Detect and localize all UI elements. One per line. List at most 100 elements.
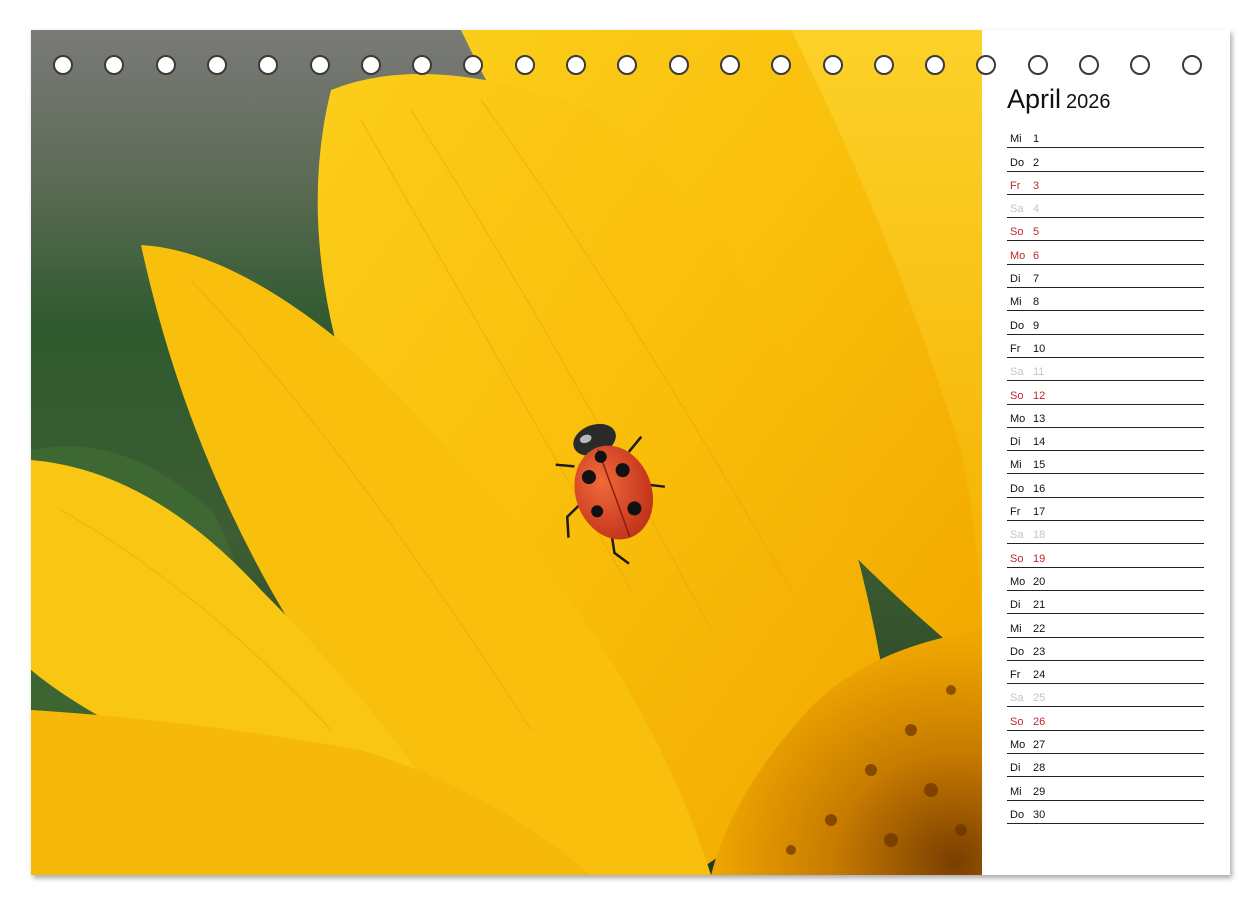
day-number: 1 [1033,133,1039,145]
binding-hole [361,55,381,75]
ladybug-sunflower-photo [31,30,982,875]
day-row: Fr 3 [1007,172,1204,195]
weekday-label: Di [1010,436,1020,448]
weekday-label: Di [1010,762,1020,774]
day-row: Mo 6 [1007,241,1204,264]
weekday-label: Do [1010,483,1024,495]
binding-hole [874,55,894,75]
day-row: Sa25 [1007,684,1204,707]
weekday-label: Do [1010,320,1024,332]
weekday-label: Sa [1010,203,1023,215]
day-row: So 26 [1007,707,1204,730]
weekday-label: Fr [1010,506,1020,518]
weekday-label: Fr [1010,343,1020,355]
weekday-label: Do [1010,157,1024,169]
binding-hole [669,55,689,75]
day-row: Mi8 [1007,288,1204,311]
weekday-label: Do [1010,809,1024,821]
day-number: 24 [1033,669,1045,681]
weekday-label: Fr [1010,669,1020,681]
day-row: Mi 29 [1007,777,1204,800]
weekday-label: Di [1010,599,1020,611]
binding-hole [207,55,227,75]
binding-hole [515,55,535,75]
day-row: Sa 18 [1007,521,1204,544]
day-row: Mo13 [1007,405,1204,428]
day-number: 2 [1033,157,1039,169]
day-number: 15 [1033,459,1045,471]
day-number: 29 [1033,786,1045,798]
day-row: So19 [1007,544,1204,567]
weekday-label: Mi [1010,459,1022,471]
month-name: April [1007,84,1061,114]
day-number: 5 [1033,226,1039,238]
day-row: Di 21 [1007,591,1204,614]
binding-hole [1079,55,1099,75]
day-row: Do 23 [1007,638,1204,661]
day-row: Di 7 [1007,265,1204,288]
weekday-label: Mo [1010,576,1025,588]
binding-hole [156,55,176,75]
day-row: Sa11 [1007,358,1204,381]
day-row: Mo 27 [1007,731,1204,754]
day-number: 22 [1033,623,1045,635]
day-number: 10 [1033,343,1045,355]
day-number: 17 [1033,506,1045,518]
day-number: 23 [1033,646,1045,658]
binding-holes [31,30,1230,31]
weekday-label: Do [1010,646,1024,658]
binding-hole [925,55,945,75]
binding-hole [720,55,740,75]
binding-hole [1182,55,1202,75]
day-number: 27 [1033,739,1045,751]
year: 2026 [1066,91,1111,113]
weekday-label: Mi [1010,296,1022,308]
weekday-label: So [1010,716,1023,728]
day-number: 12 [1033,390,1045,402]
day-number: 30 [1033,809,1045,821]
day-number: 6 [1033,250,1039,262]
day-number: 21 [1033,599,1045,611]
day-row: Mi 22 [1007,614,1204,637]
weekday-label: Sa [1010,692,1023,704]
day-row: Do 9 [1007,311,1204,334]
weekday-label: Sa [1010,529,1023,541]
day-list: Mi 1 Do 2 Fr 3 Sa 4 So 5 Mo 6 Di 7 Mi8 Do 9 Fr 10 Sa11 So 12 M… [1007,125,1204,824]
day-number: 20 [1033,576,1045,588]
weekday-label: Mo [1010,739,1025,751]
weekday-label: Fr [1010,180,1020,192]
weekday-label: Mi [1010,786,1022,798]
day-number: 14 [1033,436,1045,448]
day-number: 7 [1033,273,1039,285]
day-number: 16 [1033,483,1045,495]
weekday-label: Sa [1010,366,1023,378]
day-number: 19 [1033,553,1045,565]
day-number: 4 [1033,203,1039,215]
binding-hole [412,55,432,75]
weekday-label: Mo [1010,250,1025,262]
day-row: Do 16 [1007,474,1204,497]
day-row: Mi 1 [1007,125,1204,148]
day-row: Mo 20 [1007,568,1204,591]
month-title: April2026 [1007,84,1111,115]
day-number: 26 [1033,716,1045,728]
day-number: 9 [1033,320,1039,332]
day-row: Mi 15 [1007,451,1204,474]
day-number: 3 [1033,180,1039,192]
weekday-label: Mi [1010,133,1022,145]
binding-hole [823,55,843,75]
day-row: Di 14 [1007,428,1204,451]
calendar-page: April2026 Mi1Do2Fr3Sa4So5Mo6Di7Mi8Do9Fr1… [31,30,1230,875]
weekday-label: So [1010,226,1023,238]
weekday-label: Mi [1010,623,1022,635]
day-row: Do 2 [1007,148,1204,171]
day-number: 13 [1033,413,1045,425]
weekday-label: Di [1010,273,1020,285]
binding-hole [566,55,586,75]
weekday-label: So [1010,390,1023,402]
day-row: Fr 24 [1007,661,1204,684]
binding-hole [1028,55,1048,75]
day-number: 18 [1033,529,1045,541]
binding-hole [310,55,330,75]
day-row: So 5 [1007,218,1204,241]
